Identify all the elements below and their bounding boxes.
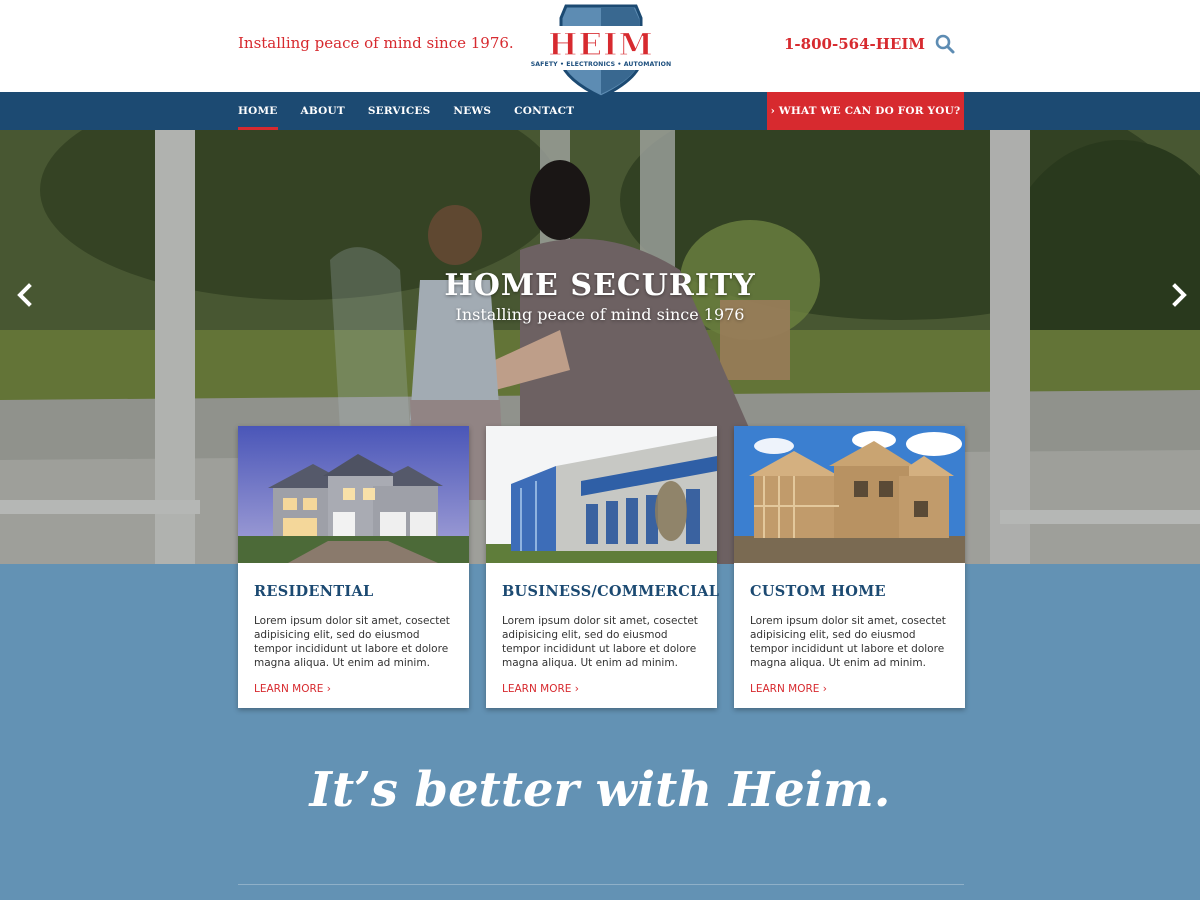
learn-more-link[interactable]: LEARN MORE › — [502, 683, 579, 695]
what-we-can-do-button[interactable]: › WHAT WE CAN DO FOR YOU? — [767, 92, 964, 130]
card-description: Lorem ipsum dolor sit amet, cosectet adi… — [502, 615, 698, 669]
header-phone-link[interactable]: 1-800-564-HEIM — [784, 35, 925, 53]
search-icon[interactable] — [934, 33, 956, 55]
card-custom-home[interactable]: CUSTOM HOME Lorem ipsum dolor sit amet, … — [734, 426, 965, 708]
card-business-commercial[interactable]: BUSINESS/COMMERCIAL Lorem ipsum dolor si… — [486, 426, 720, 708]
card-title: CUSTOM HOME — [750, 583, 886, 600]
hero-title: HOME SECURITY — [444, 268, 756, 303]
learn-more-link[interactable]: LEARN MORE › — [750, 683, 827, 695]
card-residential[interactable]: RESIDENTIAL Lorem ipsum dolor sit amet, … — [238, 426, 469, 708]
heim-logo[interactable]: HEIM SAFETY • ELECTRONICS • AUTOMATION — [528, 4, 674, 98]
header-tagline: Installing peace of mind since 1976. — [238, 34, 514, 52]
chevron-right-icon[interactable] — [1166, 282, 1192, 308]
nav-item-services[interactable]: SERVICES — [368, 92, 431, 130]
residential-house-image — [238, 426, 469, 563]
nav-item-home[interactable]: HOME — [238, 92, 278, 130]
custom-home-construction-image — [734, 426, 965, 563]
logo-wordmark: HEIM — [548, 27, 654, 63]
slogan-heading: It’s better with Heim. — [309, 762, 891, 818]
commercial-building-image — [486, 426, 717, 563]
card-title: RESIDENTIAL — [254, 583, 374, 600]
logo-subtitle: SAFETY • ELECTRONICS • AUTOMATION — [530, 61, 672, 68]
learn-more-link[interactable]: LEARN MORE › — [254, 683, 331, 695]
hero-subtitle: Installing peace of mind since 1976 — [455, 305, 745, 324]
chevron-left-icon[interactable] — [12, 282, 38, 308]
nav-item-news[interactable]: NEWS — [453, 92, 491, 130]
nav-item-about[interactable]: ABOUT — [301, 92, 345, 130]
card-description: Lorem ipsum dolor sit amet, cosectet adi… — [254, 615, 450, 669]
section-divider — [238, 884, 964, 885]
card-title: BUSINESS/COMMERCIAL — [502, 583, 720, 600]
card-description: Lorem ipsum dolor sit amet, cosectet adi… — [750, 615, 946, 669]
